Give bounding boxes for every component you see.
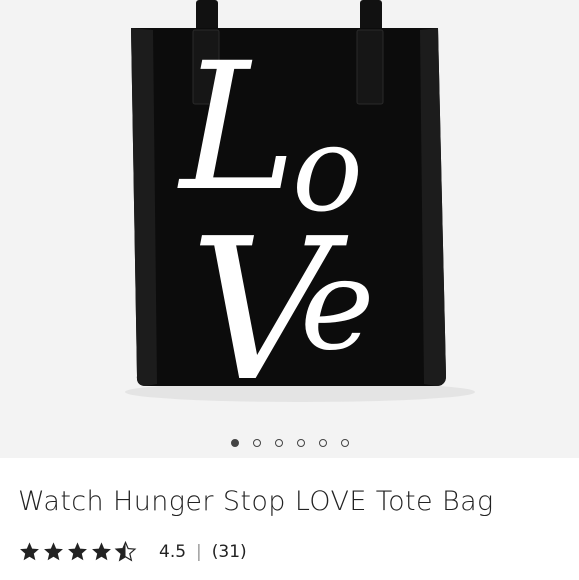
star-icon — [68, 542, 87, 561]
carousel-dot-4[interactable] — [296, 439, 305, 447]
star-rating — [18, 541, 137, 563]
half-star-icon — [114, 541, 137, 562]
product-image: L o V e — [125, 0, 475, 425]
product-rating[interactable]: 4.5 | (31) — [18, 540, 247, 564]
carousel-dot-6[interactable] — [340, 439, 349, 447]
carousel-dot-5[interactable] — [318, 439, 327, 447]
carousel-dot-2[interactable] — [252, 439, 261, 447]
love-letter-e: e — [300, 231, 375, 378]
product-image-gallery[interactable]: L o V e — [0, 0, 579, 458]
carousel-dot-3[interactable] — [274, 439, 283, 447]
rating-score: 4.5 — [159, 542, 187, 562]
carousel-dot-1[interactable] — [230, 439, 239, 447]
review-count[interactable]: (31) — [212, 542, 247, 562]
rating-separator: | — [196, 542, 202, 562]
star-icon — [92, 542, 111, 561]
product-title: Watch Hunger Stop LOVE Tote Bag — [18, 486, 494, 517]
carousel-indicator[interactable] — [0, 439, 579, 449]
star-icon — [44, 542, 63, 561]
star-icon — [20, 542, 39, 561]
